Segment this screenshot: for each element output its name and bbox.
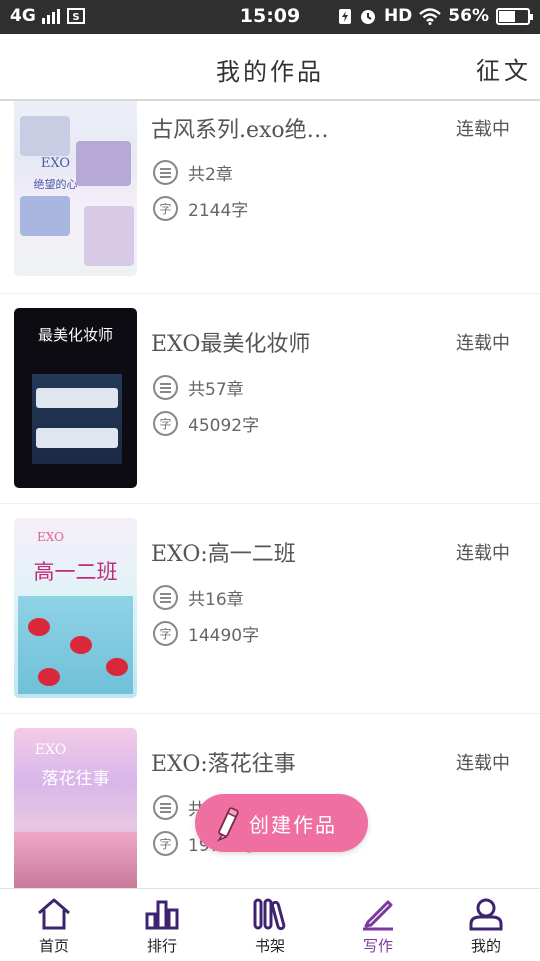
work-cover[interactable]: EXO 落花往事 [14, 728, 137, 888]
tab-profile[interactable]: 我的 [432, 889, 540, 961]
app-header: 我的作品 征文 [0, 34, 540, 101]
work-status: 连载中 [456, 119, 510, 140]
work-title[interactable]: 古风系列.exo绝… [151, 112, 329, 144]
work-item[interactable]: EXO 高一二班 EXO:高一二班 连载中 共16章 字 14490字 [0, 504, 540, 714]
create-work-button[interactable]: 创建作品 [195, 794, 368, 852]
write-icon [363, 900, 393, 931]
word-count-icon: 字 [153, 411, 178, 436]
work-cover[interactable]: EXO 绝望的心 [14, 101, 137, 276]
tab-label: 排行 [146, 937, 177, 955]
chapter-count-text: 共57章 [188, 380, 244, 400]
word-count-text: 14490字 [188, 626, 260, 646]
cover-text: EXO [37, 530, 64, 544]
chapters-icon [153, 585, 178, 610]
wifi-icon [419, 7, 442, 25]
tab-bookshelf[interactable]: 书架 [216, 889, 324, 961]
essay-contest-link[interactable]: 征文 [476, 51, 532, 86]
tab-writing[interactable]: 写作 [324, 889, 432, 961]
tab-label: 写作 [362, 937, 393, 955]
work-title[interactable]: EXO:高一二班 [151, 536, 296, 568]
cover-text: 最美化妆师 [37, 326, 113, 344]
alarm-icon [360, 10, 375, 24]
tab-label: 首页 [38, 937, 69, 955]
word-count: 字 14490字 [153, 621, 259, 646]
chapter-count: 共57章 [153, 375, 244, 400]
status-right: HD 56% [338, 6, 533, 26]
pencil-icon [216, 807, 239, 842]
tab-label: 书架 [254, 937, 285, 955]
battery-percent: 56% [448, 6, 489, 26]
work-title[interactable]: EXO:落花往事 [151, 746, 296, 778]
work-item[interactable]: 最美化妆师 EXO最美化妆师 连载中 共57章 字 45092字 [0, 294, 540, 504]
battery-fill [499, 10, 515, 22]
work-status: 连载中 [456, 753, 510, 774]
work-title[interactable]: EXO最美化妆师 [151, 326, 310, 358]
chapters-icon [153, 160, 178, 185]
works-list[interactable]: EXO 绝望的心 古风系列.exo绝… 连载中 共2章 字 2144字 最美化妆… [0, 101, 540, 888]
battery-saver-icon [338, 9, 351, 24]
chapter-count-text: 共2章 [188, 165, 233, 185]
word-count-icon: 字 [153, 621, 178, 646]
page-title: 我的作品 [216, 58, 324, 86]
tab-label: 我的 [470, 937, 501, 955]
profile-icon [469, 898, 503, 931]
word-count-text: 45092字 [188, 416, 260, 436]
cover-text: 落花往事 [41, 769, 110, 789]
cover-text: 绝望的心 [33, 178, 78, 191]
work-status: 连载中 [456, 333, 510, 354]
word-count: 字 45092字 [153, 411, 259, 436]
work-cover[interactable]: 最美化妆师 [14, 308, 137, 488]
chapters-icon [153, 375, 178, 400]
word-count-icon: 字 [153, 831, 178, 856]
tab-home[interactable]: 首页 [0, 889, 108, 961]
chapter-count-text: 共16章 [188, 590, 244, 610]
bookshelf-icon [253, 898, 286, 931]
word-count-text: 2144字 [188, 201, 249, 221]
cover-text: 高一二班 [33, 560, 118, 584]
work-item[interactable]: EXO 绝望的心 古风系列.exo绝… 连载中 共2章 字 2144字 [0, 101, 540, 294]
chapters-icon [153, 795, 178, 820]
cover-text: EXO [40, 156, 71, 171]
hd-label: HD [383, 6, 413, 26]
bottom-tab-bar: 首页 排行 书架 写作 我的 [0, 888, 540, 960]
cover-text: EXO [34, 742, 67, 758]
work-cover[interactable]: EXO 高一二班 [14, 518, 137, 698]
home-icon [38, 898, 70, 930]
create-work-label: 创建作品 [249, 812, 337, 837]
tab-ranking[interactable]: 排行 [108, 889, 216, 961]
chapter-count: 共16章 [153, 585, 244, 610]
work-status: 连载中 [456, 543, 510, 564]
chapter-count: 共2章 [153, 160, 233, 185]
ranking-icon [145, 900, 179, 930]
battery-icon [496, 7, 533, 25]
word-count-icon: 字 [153, 196, 178, 221]
status-bar: 4G S 15:09 HD 56% [0, 0, 540, 34]
word-count: 字 2144字 [153, 196, 248, 221]
